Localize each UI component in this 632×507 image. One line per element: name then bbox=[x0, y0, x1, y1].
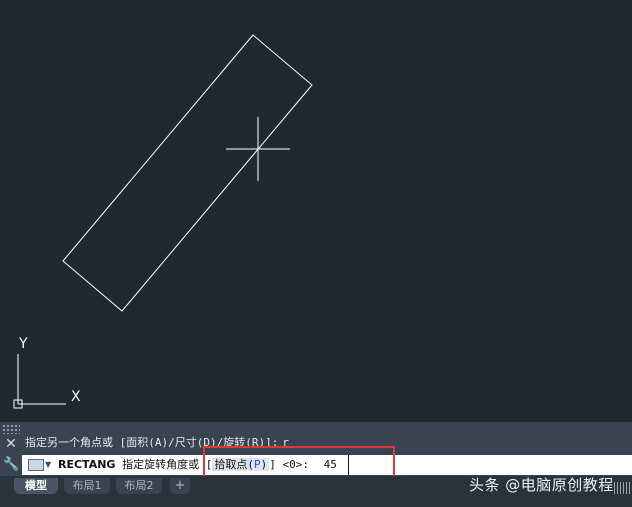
chevron-down-icon[interactable]: ▼ bbox=[45, 460, 51, 470]
tab-model[interactable]: 模型 bbox=[14, 478, 58, 494]
rotated-rectangle bbox=[62, 34, 313, 312]
ucs-x-label: X bbox=[71, 389, 81, 405]
drawing-canvas[interactable]: Y X bbox=[0, 0, 632, 422]
add-layout-button[interactable]: + bbox=[170, 478, 190, 494]
tab-layout2[interactable]: 布局2 bbox=[116, 478, 162, 494]
command-prompt: 指定旋转角度或 bbox=[122, 458, 200, 471]
close-icon[interactable]: ✕ bbox=[3, 435, 19, 453]
ucs-icon: Y X bbox=[13, 336, 81, 409]
command-prompt-icon[interactable] bbox=[28, 459, 44, 471]
palette-grip-icon[interactable] bbox=[2, 424, 20, 434]
crosshair-cursor-icon bbox=[226, 117, 290, 181]
command-name: RECTANG bbox=[58, 458, 116, 471]
wrench-icon[interactable]: 🔧 bbox=[3, 456, 19, 474]
ucs-y-label: Y bbox=[18, 336, 28, 352]
watermark: 头条 @电脑原创教程 bbox=[469, 476, 614, 494]
tab-layout1[interactable]: 布局1 bbox=[64, 478, 110, 494]
status-grip-icon[interactable] bbox=[614, 482, 630, 494]
